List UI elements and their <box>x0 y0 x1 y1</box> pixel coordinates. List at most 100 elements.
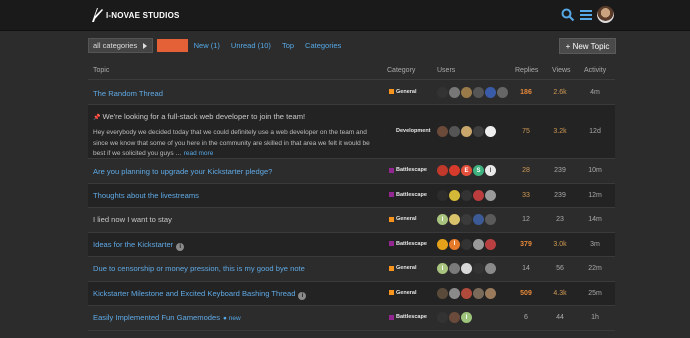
poster-avatar[interactable] <box>437 312 448 323</box>
poster-avatar[interactable] <box>449 189 460 201</box>
tab-latest[interactable]: Latest <box>157 39 188 52</box>
col-topic[interactable]: Topic <box>93 67 109 74</box>
poster-avatar[interactable]: I <box>485 165 496 176</box>
category-badge[interactable]: General <box>389 290 416 296</box>
topic-title[interactable]: I lied now I want to stay <box>93 215 172 224</box>
poster-avatar[interactable] <box>449 287 460 299</box>
tab-unread[interactable]: Unread (10) <box>226 39 276 52</box>
poster-avatar[interactable]: I <box>449 238 460 250</box>
topic-title-text[interactable]: Due to censorship or money pression, thi… <box>93 264 305 273</box>
topic-title-text[interactable]: Easily Implemented Fun Gamemodes <box>93 313 220 322</box>
category-badge[interactable]: Development <box>389 128 431 134</box>
user-avatar[interactable] <box>597 6 614 23</box>
activity-time[interactable]: 3m <box>580 241 610 248</box>
topic-title[interactable]: 📌 We're looking for a full-stack web deve… <box>93 112 305 121</box>
poster-avatar[interactable]: S <box>473 165 484 176</box>
topic-title-text[interactable]: I lied now I want to stay <box>93 215 172 224</box>
topic-title[interactable]: Kickstarter Milestone and Excited Keyboa… <box>93 289 307 300</box>
poster-avatar[interactable] <box>437 165 448 176</box>
poster-avatar[interactable] <box>473 86 484 98</box>
site-logo[interactable]: I-NOVAE STUDIOS <box>90 6 180 24</box>
activity-time[interactable]: 4m <box>580 89 610 96</box>
poster-avatar[interactable] <box>437 287 448 299</box>
col-replies[interactable]: Replies <box>515 67 538 74</box>
poster-avatar[interactable] <box>485 189 496 201</box>
topic-title-text[interactable]: Thoughts about the livestreams <box>93 191 199 200</box>
poster-avatar[interactable] <box>485 214 496 225</box>
topic-title[interactable]: Thoughts about the livestreams <box>93 191 199 200</box>
new-topic-button[interactable]: + New Topic <box>559 38 616 54</box>
category-badge[interactable]: General <box>389 265 416 271</box>
tab-top[interactable]: Top <box>277 39 299 52</box>
poster-avatar[interactable] <box>473 263 484 274</box>
topic-title[interactable]: Due to censorship or money pression, thi… <box>93 264 305 273</box>
topic-row[interactable]: Due to censorship or money pression, thi… <box>88 257 615 282</box>
topic-title-text[interactable]: Ideas for the Kickstarter <box>93 240 173 249</box>
topic-row[interactable]: The Random Thread General 186 2.6k 4m <box>88 81 615 105</box>
category-badge[interactable]: Battlescape <box>389 192 427 198</box>
category-dropdown[interactable]: all categories <box>88 38 154 53</box>
poster-avatar[interactable] <box>485 287 496 299</box>
topic-row[interactable]: Kickstarter Milestone and Excited Keyboa… <box>88 282 615 306</box>
topic-row[interactable]: Ideas for the Kickstarter i Battlescape I 37… <box>88 233 615 257</box>
topic-row[interactable]: I lied now I want to stay General I 12 23 14m <box>88 208 615 233</box>
poster-avatar[interactable] <box>449 263 460 274</box>
topic-title[interactable]: Easily Implemented Fun Gamemodes ● new <box>93 313 241 322</box>
poster-avatar[interactable] <box>473 287 484 299</box>
poster-avatar[interactable] <box>473 238 484 250</box>
poster-avatar[interactable] <box>461 287 472 299</box>
poster-avatar[interactable] <box>437 238 448 250</box>
category-badge[interactable]: Battlescape <box>389 241 427 247</box>
category-badge[interactable]: General <box>389 89 416 95</box>
topic-title[interactable]: Ideas for the Kickstarter i <box>93 240 185 251</box>
topic-row[interactable]: 📌 We're looking for a full-stack web deve… <box>88 105 615 159</box>
search-icon[interactable] <box>561 8 575 22</box>
activity-time[interactable]: 12m <box>580 192 610 199</box>
poster-avatar[interactable] <box>437 189 448 201</box>
col-views[interactable]: Views <box>552 67 571 74</box>
topic-title-text[interactable]: We're looking for a full-stack web devel… <box>102 112 305 121</box>
activity-time[interactable]: 25m <box>580 290 610 297</box>
poster-avatar[interactable] <box>461 189 472 201</box>
poster-avatar[interactable] <box>449 214 460 225</box>
topic-title-text[interactable]: Kickstarter Milestone and Excited Keyboa… <box>93 289 295 298</box>
poster-avatar[interactable] <box>461 125 472 137</box>
activity-time[interactable]: 1h <box>580 314 610 321</box>
poster-avatar[interactable]: E <box>461 165 472 176</box>
poster-avatar[interactable] <box>437 125 448 137</box>
topic-row[interactable]: Are you planning to upgrade your Kicksta… <box>88 159 615 184</box>
poster-avatar[interactable] <box>485 125 496 137</box>
topic-title-text[interactable]: The Random Thread <box>93 89 163 98</box>
tab-new[interactable]: New (1) <box>189 39 225 52</box>
category-badge[interactable]: Battlescape <box>389 314 427 320</box>
poster-avatar[interactable] <box>449 165 460 176</box>
poster-avatar[interactable] <box>473 214 484 225</box>
poster-avatar[interactable] <box>461 214 472 225</box>
poster-avatar[interactable] <box>461 238 472 250</box>
poster-avatar[interactable]: I <box>437 263 448 274</box>
activity-time[interactable]: 14m <box>580 216 610 223</box>
new-badge[interactable]: ● new <box>223 315 241 322</box>
poster-avatar[interactable] <box>461 86 472 98</box>
poster-avatar[interactable] <box>473 125 484 137</box>
poster-avatar[interactable] <box>485 263 496 274</box>
poster-avatar[interactable] <box>485 86 496 98</box>
poster-avatar[interactable] <box>473 189 484 201</box>
topic-title-text[interactable]: Are you planning to upgrade your Kicksta… <box>93 167 272 176</box>
poster-avatar[interactable] <box>497 86 508 98</box>
topic-row[interactable]: Easily Implemented Fun Gamemodes ● new Bat… <box>88 306 615 331</box>
activity-time[interactable]: 22m <box>580 265 610 272</box>
topic-title[interactable]: Are you planning to upgrade your Kicksta… <box>93 167 272 176</box>
col-activity[interactable]: Activity <box>584 67 606 74</box>
menu-icon[interactable] <box>579 8 593 22</box>
activity-time[interactable]: 12d <box>580 128 610 135</box>
poster-avatar[interactable]: I <box>461 312 472 323</box>
poster-avatar[interactable] <box>449 125 460 137</box>
poster-avatar[interactable] <box>449 86 460 98</box>
poster-avatar[interactable]: I <box>437 214 448 225</box>
category-badge[interactable]: General <box>389 216 416 222</box>
read-more-link[interactable]: read more <box>184 150 214 157</box>
poster-avatar[interactable] <box>449 312 460 323</box>
topic-row[interactable]: Thoughts about the livestreams Battlescap… <box>88 184 615 208</box>
poster-avatar[interactable] <box>437 86 448 98</box>
